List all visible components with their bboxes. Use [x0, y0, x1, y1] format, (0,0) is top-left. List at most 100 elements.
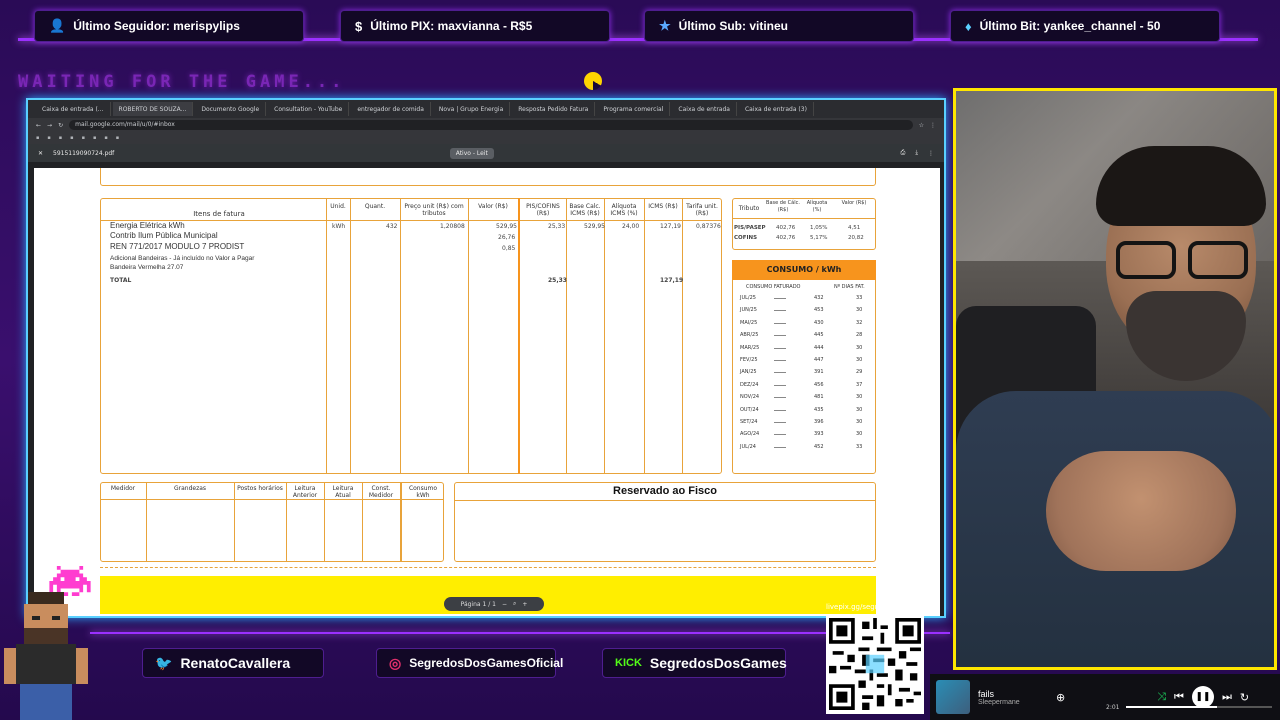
col-divider: [234, 482, 235, 562]
consumo-kwh: 432: [814, 295, 824, 301]
trib-base: 402,76: [776, 235, 796, 241]
consumo-bar: [774, 372, 786, 374]
cell-pis: 25,33: [548, 223, 566, 230]
browser-tab[interactable]: Consultation - YouTube: [268, 102, 350, 116]
browser-tab[interactable]: Programa comercial: [597, 102, 671, 116]
items-header-line: [100, 220, 722, 221]
col-divider: [326, 198, 327, 474]
pdf-toolbar: ✕ 5915119090724.pdf Ativo - Leit ⎙ ⤓ ⋮: [28, 144, 944, 162]
waiting-text: WAITING FOR THE GAME...: [18, 72, 346, 92]
back-icon[interactable]: ←: [36, 122, 41, 129]
pager-text: Página 1 / 1: [460, 600, 496, 608]
star-icon: ★: [659, 18, 671, 33]
pdf-pager[interactable]: Página 1 / 1 − ⌕ +: [444, 597, 544, 611]
bookmark-icon[interactable]: ▪: [104, 135, 107, 141]
th-preco: Preço unit (R$) com tributos: [404, 203, 464, 217]
print-icon[interactable]: ⎙: [901, 149, 906, 157]
consumo-kwh: 481: [814, 394, 824, 401]
zoom-in-icon[interactable]: +: [522, 601, 527, 608]
bookmark-icon[interactable]: ▪: [47, 135, 50, 141]
zoom-icon[interactable]: ⌕: [513, 600, 516, 608]
consumo-bar: [774, 397, 786, 399]
consumo-month: JUL/25: [740, 295, 756, 301]
menu-icon[interactable]: ⋮: [930, 122, 936, 129]
url-field[interactable]: mail.google.com/mail/u/0/#inbox: [69, 120, 913, 130]
consumo-month: JUL/24: [740, 443, 756, 450]
next-icon[interactable]: ⏭: [1222, 690, 1232, 704]
star-bookmark-icon[interactable]: ☆: [919, 122, 924, 129]
browser-tab[interactable]: Caixa de entrada (3): [739, 102, 814, 116]
forward-icon[interactable]: →: [47, 122, 52, 129]
consumo-bar: [774, 310, 786, 312]
cam-glasses-right: [1188, 241, 1248, 279]
header-strip: [100, 168, 876, 186]
browser-tab[interactable]: Resposta Pedido Fatura: [512, 102, 596, 116]
total-pis: 25,33: [548, 277, 567, 284]
consumo-days: 29: [856, 369, 863, 376]
cell-valor: 529,95: [496, 223, 517, 230]
livepix-qr-code[interactable]: [826, 614, 924, 714]
consumo-table: [732, 260, 876, 474]
reload-icon[interactable]: ↻: [58, 122, 63, 129]
th-const: Const. Medidor: [368, 485, 394, 499]
consumo-bar: [774, 422, 786, 423]
bookmark-icon[interactable]: ▪: [93, 135, 96, 141]
track-time: 2:01: [1106, 704, 1120, 711]
bookmark-icon[interactable]: ▪: [116, 135, 119, 141]
consumo-kwh: 430: [814, 319, 824, 326]
diamond-icon: ♦: [965, 18, 972, 34]
consumo-bar: [774, 298, 786, 299]
cell-valor: 0,85: [502, 245, 516, 252]
tab-strip: Caixa de entrada (... ROBERTO DE SOUZA..…: [28, 100, 944, 118]
consumo-kwh: 445: [814, 332, 824, 339]
browser-tab[interactable]: Caixa de entrada (...: [36, 102, 111, 116]
consumo-month: NOV/24: [740, 394, 760, 401]
browser-tab[interactable]: Documento Google: [195, 102, 267, 116]
consumo-bar: [774, 360, 786, 361]
repeat-icon[interactable]: ↻: [1240, 691, 1249, 704]
stream-overlay: 👤 Último Seguidor: merispylips $ Último …: [0, 0, 1280, 720]
consumo-kwh: 391: [814, 369, 824, 376]
consumo-month: AGO/24: [740, 431, 760, 438]
consumo-month: OUT/24: [740, 406, 759, 413]
browser-tab-active[interactable]: ROBERTO DE SOUZA...: [112, 102, 194, 116]
browser-tab[interactable]: entregador de comida: [351, 102, 431, 116]
bookmark-icon[interactable]: ▪: [36, 135, 39, 141]
more-icon[interactable]: ⋮: [928, 150, 934, 157]
pdf-mode-selector[interactable]: Ativo - Leit: [449, 147, 494, 159]
consumo-month: MAR/25: [740, 344, 760, 351]
instagram-icon: ◎: [389, 654, 402, 671]
close-icon[interactable]: ✕: [38, 150, 43, 157]
browser-tab[interactable]: Nova | Grupo Energia: [433, 102, 511, 116]
kick-handle: KICK SegredosDosGames: [602, 648, 787, 678]
add-icon[interactable]: ⊕: [1056, 691, 1065, 704]
zoom-out-icon[interactable]: −: [502, 601, 507, 608]
consumo-days: 30: [856, 344, 863, 351]
pause-button[interactable]: ❚❚: [1191, 686, 1214, 708]
th-consumo: Consumo kWh: [408, 485, 438, 499]
bookmark-icon[interactable]: ▪: [59, 135, 62, 141]
reservado-title: Reservado ao Fisco: [613, 485, 717, 497]
consumo-kwh: 453: [814, 307, 824, 314]
download-icon[interactable]: ⤓: [915, 149, 918, 157]
track-title: fails: [978, 688, 995, 699]
shuffle-icon[interactable]: ⤨: [1157, 690, 1166, 704]
consumo-days: 30: [856, 357, 863, 363]
browser-tab[interactable]: Caixa de entrada: [672, 102, 737, 116]
track-artist: Sleepermane: [978, 698, 1020, 706]
album-art: [936, 680, 970, 714]
previous-icon[interactable]: ⏮: [1174, 690, 1184, 704]
bookmark-icon[interactable]: ▪: [70, 135, 73, 141]
row-label: Energia Elétrica kWh: [110, 221, 185, 230]
trib-base: 402,76: [776, 225, 796, 231]
th-trib-valor: Valor (R$): [841, 200, 867, 206]
kick-icon: KICK: [615, 657, 642, 669]
track-progress[interactable]: [1126, 706, 1272, 708]
bookmark-icon[interactable]: ▪: [82, 135, 85, 141]
consumo-col1: CONSUMO FATURADO: [746, 284, 801, 290]
consumo-kwh: 435: [814, 406, 824, 413]
user-icon: 👤: [49, 18, 66, 33]
last-pix-text: Último PIX: maxvianna - R$5: [370, 19, 533, 33]
consumo-kwh: 393: [814, 431, 824, 438]
consumo-month: SET/24: [740, 419, 758, 425]
